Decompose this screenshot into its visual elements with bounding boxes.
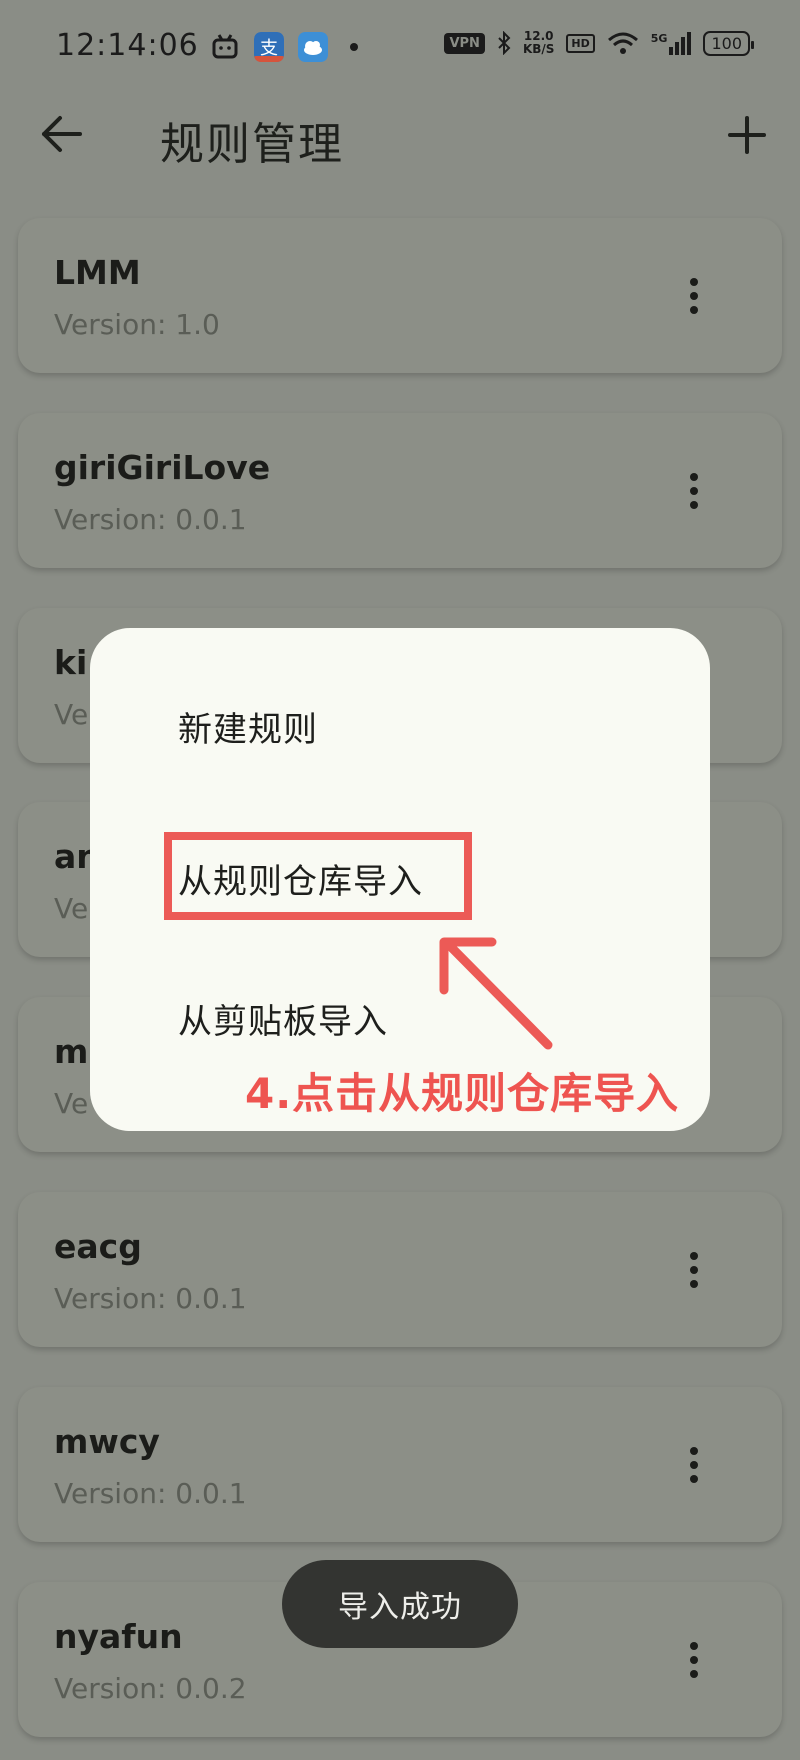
wifi-icon: [607, 32, 638, 54]
page-title: 规则管理: [160, 119, 344, 170]
hd-badge: HD: [566, 33, 595, 53]
rule-name: mwcy: [54, 1422, 160, 1461]
more-vert-icon: [690, 278, 698, 286]
status-time: 12:14:06: [56, 28, 199, 63]
more-options-button[interactable]: [684, 467, 704, 515]
more-vert-icon: [690, 473, 698, 481]
bluetooth-icon: [498, 31, 511, 55]
weather-app-icon: [298, 32, 328, 62]
menu-item-import-from-clipboard[interactable]: 从剪贴板导入: [178, 994, 388, 1043]
cellular-signal-icon: 5G: [651, 31, 692, 55]
more-options-button[interactable]: [684, 272, 704, 320]
rule-name: LMM: [54, 253, 141, 292]
rule-card-girigirilove[interactable]: giriGiriLove Version: 0.0.1: [18, 413, 782, 568]
alipay-app-icon: 支: [254, 32, 284, 62]
svg-text:支: 支: [260, 38, 278, 59]
battery-indicator: 100: [703, 30, 754, 56]
network-speed: 12.0 KB/S: [522, 29, 555, 56]
rule-version: Ve: [54, 1087, 89, 1120]
rule-version: Version: 0.0.2: [54, 1672, 247, 1705]
more-options-button[interactable]: [684, 1636, 704, 1684]
more-vert-icon: [690, 1447, 698, 1455]
menu-item-new-rule[interactable]: 新建规则: [178, 702, 318, 751]
rule-card-lmm[interactable]: LMM Version: 1.0: [18, 218, 782, 373]
more-vert-icon: [690, 1642, 698, 1650]
annotation-text: 4.点击从规则仓库导入: [245, 1069, 680, 1118]
rule-version: Ve: [54, 698, 89, 731]
rule-version: Version: 0.0.1: [54, 1477, 247, 1510]
bilibili-app-icon: [212, 34, 238, 59]
more-vert-icon: [690, 1252, 698, 1260]
status-bar: 12:14:06 支 VPN 12.0 KB/S HD 5G 100: [0, 0, 800, 96]
back-button[interactable]: [36, 108, 88, 160]
rule-version: Version: 0.0.1: [54, 1282, 247, 1315]
arrow-back-icon: [42, 116, 82, 152]
rule-card-mwcy[interactable]: mwcy Version: 0.0.1: [18, 1387, 782, 1542]
add-rule-button[interactable]: [722, 110, 772, 160]
more-options-button[interactable]: [684, 1246, 704, 1294]
annotation-arrow-icon: [439, 937, 553, 1050]
rule-version: Version: 1.0: [54, 308, 220, 341]
rule-card-eacg[interactable]: eacg Version: 0.0.1: [18, 1192, 782, 1347]
more-options-button[interactable]: [684, 1441, 704, 1489]
annotation-highlight-box: [164, 832, 472, 920]
vpn-badge: VPN: [444, 32, 485, 54]
rule-name: nyafun: [54, 1617, 183, 1656]
rule-version: Version: 0.0.1: [54, 503, 247, 536]
plus-icon: [728, 116, 766, 154]
rule-version: Ve: [54, 892, 89, 925]
rule-name: ki: [54, 643, 88, 682]
rule-name: giriGiriLove: [54, 448, 271, 487]
notification-dot-icon: [350, 43, 358, 51]
toast-message: 导入成功: [282, 1560, 518, 1648]
rule-name: eacg: [54, 1227, 142, 1266]
